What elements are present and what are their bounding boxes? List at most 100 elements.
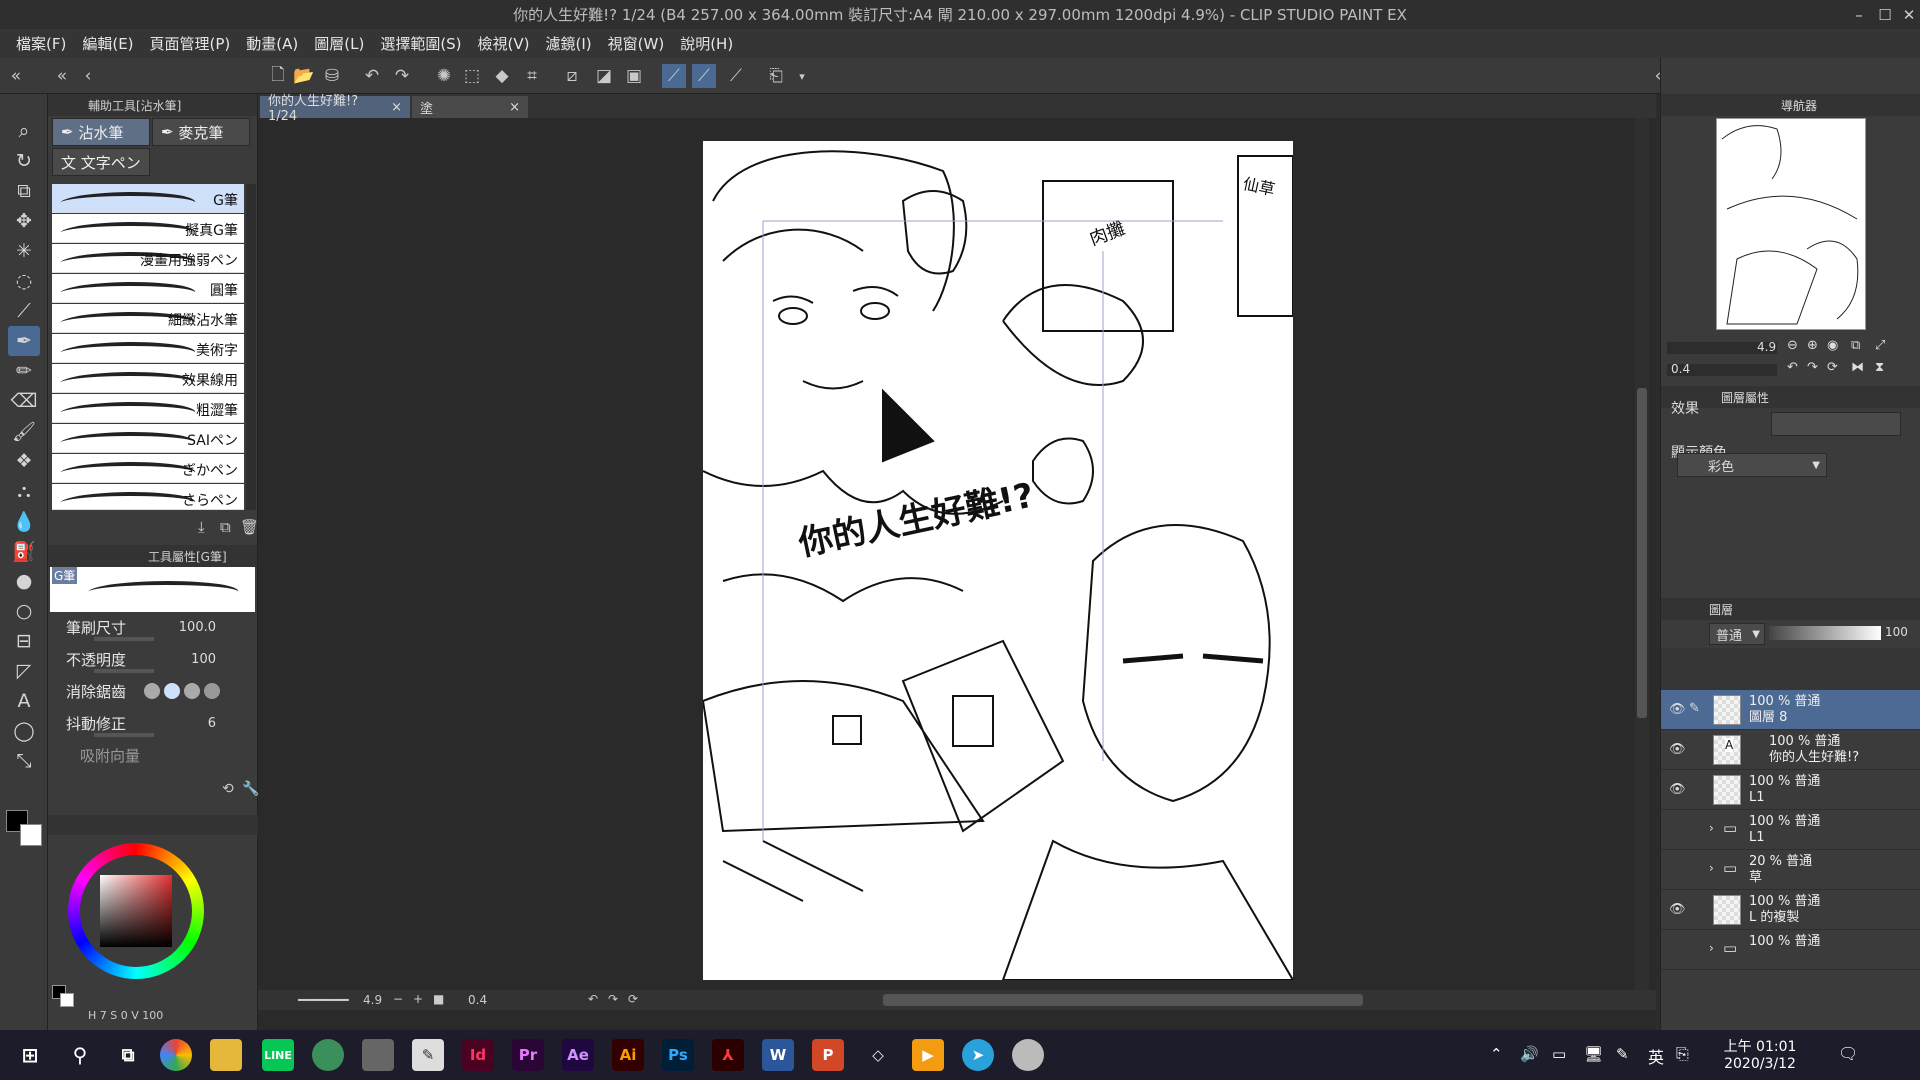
snap-frame-icon[interactable]: ▣ bbox=[622, 64, 646, 88]
unity-icon[interactable]: ◇ bbox=[862, 1039, 894, 1071]
brush-size-slider[interactable] bbox=[94, 637, 154, 641]
prop-vector-snap[interactable]: 吸附向量 bbox=[66, 745, 246, 771]
figure-icon[interactable]: ○ bbox=[8, 596, 40, 626]
horizontal-scrollbar[interactable] bbox=[883, 994, 1363, 1006]
flip-horizontal-icon[interactable]: ⧓ bbox=[1851, 360, 1864, 375]
brush-manga-pen[interactable]: 漫畫用強弱ペン bbox=[52, 244, 244, 273]
after-effects-icon[interactable]: Ae bbox=[562, 1039, 594, 1071]
open-file-icon[interactable]: 📂 bbox=[292, 64, 316, 88]
menu-view[interactable]: 檢視(V) bbox=[478, 33, 530, 54]
chevron-down-icon[interactable]: ▾ bbox=[790, 64, 814, 88]
menu-window[interactable]: 視窗(W) bbox=[608, 33, 665, 54]
brush-calligraphy[interactable]: 美術字 bbox=[52, 334, 244, 363]
menu-help[interactable]: 說明(H) bbox=[680, 33, 733, 54]
ime-indicator[interactable]: 英 bbox=[1648, 1044, 1664, 1068]
eye-icon[interactable]: 👁 bbox=[1669, 702, 1687, 717]
windows-start-icon[interactable]: ⊞ bbox=[14, 1039, 46, 1071]
brush-rough-pen[interactable]: 粗澀筆 bbox=[52, 394, 244, 423]
actual-size-icon[interactable]: ⧉ bbox=[1851, 338, 1860, 353]
aa-strong-icon[interactable] bbox=[204, 683, 220, 699]
zoom-slider[interactable]: ━━━━━━━ bbox=[298, 993, 349, 1007]
ruler-snap-icon[interactable]: ⟋ bbox=[662, 64, 686, 88]
prop-antialias[interactable]: 消除鋸齒 bbox=[66, 681, 246, 707]
pen-workspace-icon[interactable]: ✎ bbox=[1616, 1045, 1629, 1063]
rotate-view-icon[interactable]: ↻ bbox=[8, 146, 40, 176]
collapse-left-icon[interactable]: « bbox=[4, 64, 28, 88]
menu-layer[interactable]: 圖層(L) bbox=[314, 33, 364, 54]
hue-ring[interactable] bbox=[68, 843, 204, 979]
battery-icon[interactable]: ▭ bbox=[1552, 1045, 1566, 1063]
ruler-icon[interactable]: ◸ bbox=[8, 656, 40, 686]
fill-bucket-icon[interactable]: ⛽ bbox=[8, 536, 40, 566]
display-color-select[interactable]: 彩色 ▼ bbox=[1677, 453, 1827, 477]
redo-icon[interactable]: ↷ bbox=[390, 64, 414, 88]
rotate-left-icon[interactable]: ↶ bbox=[588, 992, 598, 1006]
brush-gika-pen[interactable]: ぎかペン bbox=[52, 454, 244, 483]
sub-color-swatch[interactable] bbox=[20, 824, 42, 846]
zoom-value[interactable]: 4.9 bbox=[363, 993, 382, 1007]
delete-brush-icon[interactable]: 🗑 bbox=[240, 518, 259, 536]
layer-row[interactable]: › ▭ 20 % 普通草 bbox=[1661, 850, 1920, 890]
text-icon[interactable]: A bbox=[8, 686, 40, 716]
chevron-right-icon[interactable]: › bbox=[1709, 821, 1714, 835]
fit-icon[interactable]: ■ bbox=[433, 992, 444, 1006]
blend-mode-select[interactable]: 普通 ▼ bbox=[1709, 623, 1765, 645]
new-file-icon[interactable]: 🗋 bbox=[266, 64, 290, 88]
line-icon[interactable]: LINE bbox=[262, 1039, 294, 1071]
undo-icon[interactable]: ↶ bbox=[360, 64, 384, 88]
airbrush-icon[interactable]: ⛬ bbox=[8, 476, 40, 506]
prop-stabilization[interactable]: 抖動修正 6 bbox=[66, 713, 246, 739]
indesign-icon[interactable]: Id bbox=[462, 1039, 494, 1071]
volume-icon[interactable]: 🔊 bbox=[1520, 1045, 1539, 1063]
file-explorer-icon[interactable] bbox=[210, 1039, 242, 1071]
export-icon[interactable]: ⎗ bbox=[764, 64, 788, 88]
telegram-icon[interactable]: ➤ bbox=[962, 1039, 994, 1071]
rotate-left-icon[interactable]: ↶ bbox=[1787, 360, 1798, 375]
prop-opacity[interactable]: 不透明度 100 bbox=[66, 649, 246, 675]
chevron-up-icon[interactable]: ⌃ bbox=[1490, 1045, 1503, 1063]
menu-page[interactable]: 頁面管理(P) bbox=[150, 33, 231, 54]
lasso-icon[interactable]: ◌ bbox=[8, 266, 40, 296]
chevron-right-icon[interactable]: › bbox=[1709, 861, 1714, 875]
layer-row[interactable]: › ▭ 100 % 普通 bbox=[1661, 930, 1920, 970]
blend-icon[interactable]: 💧 bbox=[8, 506, 40, 536]
manga-cover-artwork[interactable]: 你的人生好難!? 肉攤 仙草 bbox=[703, 141, 1293, 980]
reset-rotate-icon[interactable]: ⟳ bbox=[628, 992, 638, 1006]
fit-screen-icon[interactable]: ◉ bbox=[1827, 338, 1838, 353]
add-brush-icon[interactable]: ⤓ bbox=[198, 518, 205, 536]
scroll-thumb[interactable] bbox=[1637, 388, 1647, 718]
brush-icon[interactable]: 🖌 bbox=[8, 416, 40, 446]
brush-g-pen[interactable]: G筆 bbox=[52, 184, 244, 213]
group-dip-pen[interactable]: ✒ 沾水筆 bbox=[52, 118, 150, 146]
gradient-icon[interactable]: ● bbox=[8, 566, 40, 596]
canvas-vertical-scrollbar[interactable] bbox=[1635, 118, 1649, 990]
ime-mode-icon[interactable]: ⎘ bbox=[1676, 1044, 1689, 1064]
layer-row[interactable]: 👁 ✎ 100 % 普通 圖層 8 bbox=[1661, 690, 1920, 730]
tab-document[interactable]: 你的人生好難!? 1/24 × bbox=[260, 94, 410, 124]
aa-medium-icon[interactable] bbox=[184, 683, 200, 699]
menu-selection[interactable]: 選擇範圍(S) bbox=[380, 33, 461, 54]
group-marker[interactable]: ✒ 麥克筆 bbox=[152, 118, 250, 146]
save-icon[interactable]: ⛁ bbox=[320, 64, 344, 88]
crop-icon[interactable]: ⌗ bbox=[520, 64, 544, 88]
brush-fine-pen[interactable]: 細緻沾水筆 bbox=[52, 304, 244, 333]
magic-wand-icon[interactable]: ✳ bbox=[8, 236, 40, 266]
zoom-icon[interactable]: ⌕ bbox=[8, 116, 40, 146]
aa-none-icon[interactable] bbox=[144, 683, 160, 699]
opacity-slider[interactable] bbox=[94, 669, 154, 673]
flip-vertical-icon[interactable]: ⧗ bbox=[1875, 360, 1884, 375]
effect-buttons[interactable] bbox=[1771, 412, 1901, 436]
navigator-thumbnail[interactable] bbox=[1716, 118, 1866, 330]
correct-line-icon[interactable]: ⤡ bbox=[8, 746, 40, 776]
maximize-icon[interactable]: ☐ bbox=[1872, 0, 1898, 29]
chevron-left-icon[interactable]: ‹ bbox=[76, 64, 100, 88]
powerpoint-icon[interactable]: P bbox=[812, 1039, 844, 1071]
rotate-right-icon[interactable]: ↷ bbox=[1807, 360, 1818, 375]
zoom-out-icon[interactable]: − bbox=[393, 992, 403, 1006]
maps-icon[interactable] bbox=[312, 1039, 344, 1071]
rotate-right-icon[interactable]: ↷ bbox=[608, 992, 618, 1006]
layer-row[interactable]: 👁 100 % 普通 L1 bbox=[1661, 770, 1920, 810]
menu-animation[interactable]: 動畫(A) bbox=[246, 33, 298, 54]
prop-brush-size[interactable]: 筆刷尺寸 100.0 bbox=[66, 617, 246, 643]
menu-filter[interactable]: 濾鏡(I) bbox=[546, 33, 592, 54]
